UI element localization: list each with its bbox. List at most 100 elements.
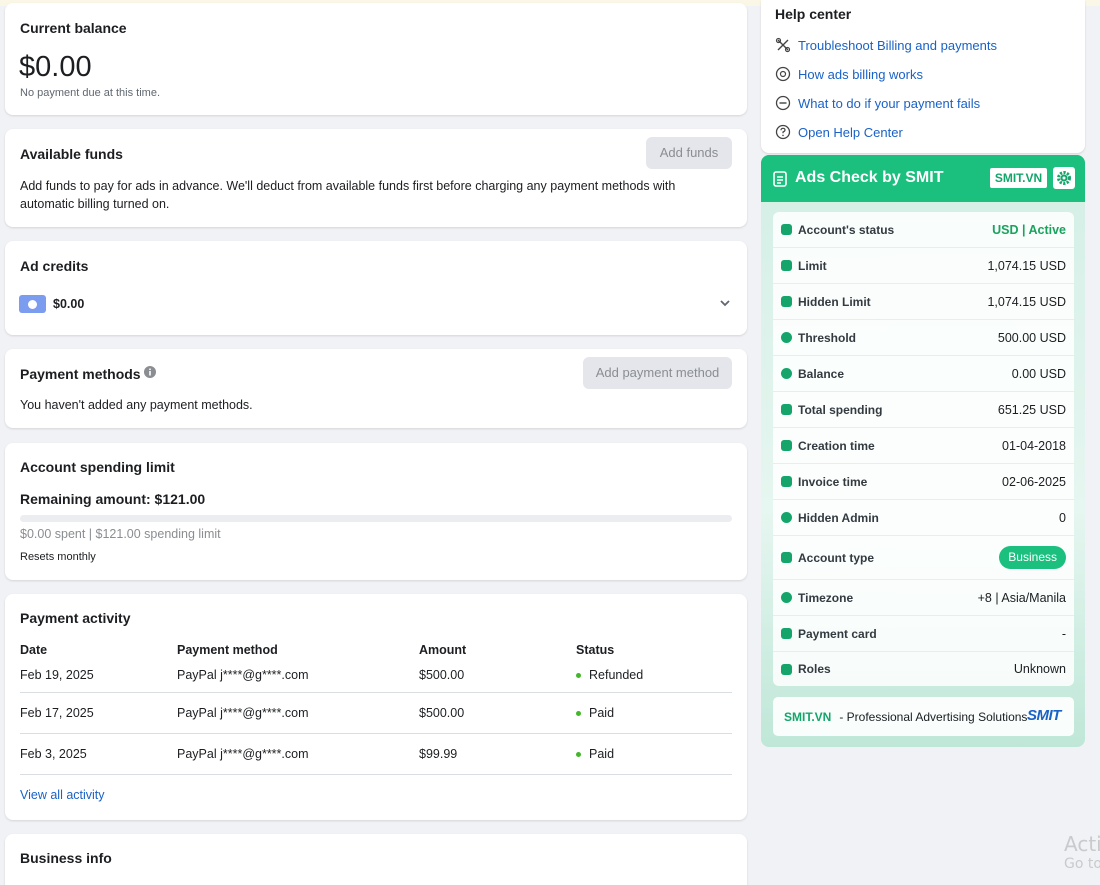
ad-credits-amount: $0.00 bbox=[53, 297, 85, 311]
smit-row-hidden-limit: Hidden Limit 1,074.15 USD bbox=[773, 284, 1074, 320]
no-payment-methods-text: You haven't added any payment methods. bbox=[20, 398, 253, 412]
smit-row-account-type: Account type Business bbox=[773, 536, 1074, 580]
tools-icon bbox=[775, 37, 791, 53]
payment-activity-title: Payment activity bbox=[20, 610, 131, 626]
row-date: Feb 17, 2025 bbox=[20, 705, 94, 720]
account-type-badge: Business bbox=[999, 546, 1066, 569]
table-row[interactable]: Feb 3, 2025 PayPal j****@g****.com $99.9… bbox=[20, 733, 732, 774]
row-date: Feb 19, 2025 bbox=[20, 668, 94, 683]
add-funds-button[interactable]: Add funds bbox=[646, 137, 732, 169]
watermark-line-1: Activ bbox=[1064, 832, 1100, 856]
threshold-icon bbox=[781, 332, 792, 343]
smit-info-table: Account's status USD | Active Limit 1,074.… bbox=[773, 212, 1074, 686]
smit-ads-check-panel: Ads Check by SMIT SMIT.VN Account's stat… bbox=[761, 155, 1085, 747]
smit-footer-text: - Professional Advertising Solutions bbox=[836, 710, 1028, 724]
status-dot bbox=[576, 751, 581, 757]
row-status: Paid bbox=[576, 733, 732, 774]
payment-methods-card: Payment methods Add payment method You h… bbox=[5, 349, 747, 428]
help-center-card: Help center Troubleshoot Billing and pay… bbox=[761, 0, 1085, 153]
row-status: Refunded bbox=[576, 659, 732, 692]
row-amount: $99.99 bbox=[419, 746, 458, 761]
watermark-line-2: Go to bbox=[1064, 856, 1100, 872]
wallet-icon bbox=[781, 404, 792, 415]
current-balance-card: Current balance $0.00 No payment due at … bbox=[5, 3, 747, 115]
spending-limit-card: Account spending limit Remaining amount:… bbox=[5, 443, 747, 580]
shield-icon bbox=[781, 512, 792, 523]
smit-footer-brand[interactable]: SMIT.VN bbox=[784, 710, 831, 724]
row-status: Paid bbox=[576, 692, 732, 733]
ad-credit-icon bbox=[19, 295, 46, 313]
business-info-title: Business info bbox=[20, 850, 112, 866]
row-amount: $500.00 bbox=[419, 668, 465, 683]
col-header-amount: Amount bbox=[419, 642, 467, 657]
available-funds-title: Available funds bbox=[20, 146, 123, 162]
smit-header: Ads Check by SMIT SMIT.VN bbox=[761, 155, 1085, 202]
add-payment-method-button[interactable]: Add payment method bbox=[583, 357, 732, 389]
chevron-down-icon[interactable] bbox=[719, 298, 731, 308]
available-funds-card: Available funds Add funds Add funds to p… bbox=[5, 129, 747, 227]
ad-credits-card: Ad credits $0.00 bbox=[5, 241, 747, 335]
row-method: PayPal j****@g****.com bbox=[177, 705, 309, 720]
payment-methods-title: Payment methods bbox=[20, 366, 141, 382]
status-dot bbox=[576, 710, 581, 716]
spent-summary: $0.00 spent | $121.00 spending limit bbox=[20, 527, 221, 541]
status-label: Paid bbox=[589, 746, 615, 761]
help-link-open-center[interactable]: Open Help Center bbox=[775, 122, 903, 142]
col-header-date: Date bbox=[20, 642, 48, 657]
payment-activity-card: Payment activity Date Payment method Amo… bbox=[5, 594, 747, 820]
view-all-activity-link[interactable]: View all activity bbox=[20, 788, 105, 802]
help-link-payment-fails[interactable]: What to do if your payment fails bbox=[775, 93, 980, 113]
settings-button[interactable] bbox=[1053, 167, 1075, 189]
row-method: PayPal j****@g****.com bbox=[177, 746, 309, 761]
users-icon bbox=[781, 663, 792, 675]
account-icon bbox=[781, 552, 792, 563]
smit-row-payment-card: Payment card - bbox=[773, 616, 1074, 652]
remaining-amount: Remaining amount: $121.00 bbox=[20, 491, 206, 507]
ad-credits-title: Ad credits bbox=[20, 258, 89, 274]
smit-footer: SMIT.VN - Professional Advertising Solut… bbox=[773, 697, 1074, 736]
dollar-icon bbox=[781, 368, 792, 379]
calendar-icon bbox=[781, 440, 792, 451]
payment-activity-table: Date Payment method Amount Status Feb 19… bbox=[20, 640, 732, 775]
smit-logo-icon bbox=[773, 171, 787, 187]
table-row[interactable]: Feb 17, 2025 PayPal j****@g****.com $500… bbox=[20, 692, 732, 733]
smit-row-status: Account's status USD | Active bbox=[773, 212, 1074, 248]
table-row[interactable]: Feb 19, 2025 PayPal j****@g****.com $500… bbox=[20, 659, 732, 692]
help-link-label: Troubleshoot Billing and payments bbox=[798, 37, 997, 53]
row-date: Feb 3, 2025 bbox=[20, 746, 87, 761]
smit-row-timezone: Timezone +8 | Asia/Manila bbox=[773, 580, 1074, 616]
hidden-limit-icon bbox=[781, 296, 792, 307]
minus-circle-icon bbox=[775, 95, 791, 111]
smit-row-hidden-admin: Hidden Admin 0 bbox=[773, 500, 1074, 536]
row-method: PayPal j****@g****.com bbox=[177, 668, 309, 683]
billing-icon bbox=[775, 66, 791, 82]
resets-text: Resets monthly bbox=[20, 551, 96, 563]
status-label: Paid bbox=[589, 705, 615, 720]
status-chart-icon bbox=[781, 224, 792, 235]
help-link-billing[interactable]: How ads billing works bbox=[775, 64, 923, 84]
available-funds-description: Add funds to pay for ads in advance. We'… bbox=[20, 179, 676, 211]
limit-icon bbox=[781, 260, 792, 271]
row-amount: $500.00 bbox=[419, 705, 465, 720]
gear-icon bbox=[1057, 171, 1071, 185]
invoice-icon bbox=[781, 476, 792, 487]
smit-row-limit: Limit 1,074.15 USD bbox=[773, 248, 1074, 284]
smit-badge[interactable]: SMIT.VN bbox=[990, 168, 1047, 188]
activation-watermark: Activ Go to bbox=[1064, 832, 1100, 872]
status-label: Refunded bbox=[589, 668, 644, 683]
col-header-status: Status bbox=[576, 642, 615, 657]
spending-progress-bar bbox=[20, 515, 732, 522]
spending-limit-title: Account spending limit bbox=[20, 459, 175, 475]
info-icon[interactable] bbox=[144, 366, 156, 378]
timezone-icon bbox=[781, 592, 792, 603]
smit-row-invoice-time: Invoice time 02-06-2025 bbox=[773, 464, 1074, 500]
current-balance-amount: $0.00 bbox=[19, 51, 92, 83]
smit-row-creation-time: Creation time 01-04-2018 bbox=[773, 428, 1074, 464]
business-info-card: Business info bbox=[5, 834, 747, 885]
col-header-method: Payment method bbox=[177, 642, 278, 657]
question-icon bbox=[775, 124, 791, 140]
smit-row-total-spending: Total spending 651.25 USD bbox=[773, 392, 1074, 428]
help-link-label: How ads billing works bbox=[798, 66, 923, 82]
help-link-label: Open Help Center bbox=[798, 124, 903, 140]
help-link-troubleshoot[interactable]: Troubleshoot Billing and payments bbox=[775, 35, 997, 55]
